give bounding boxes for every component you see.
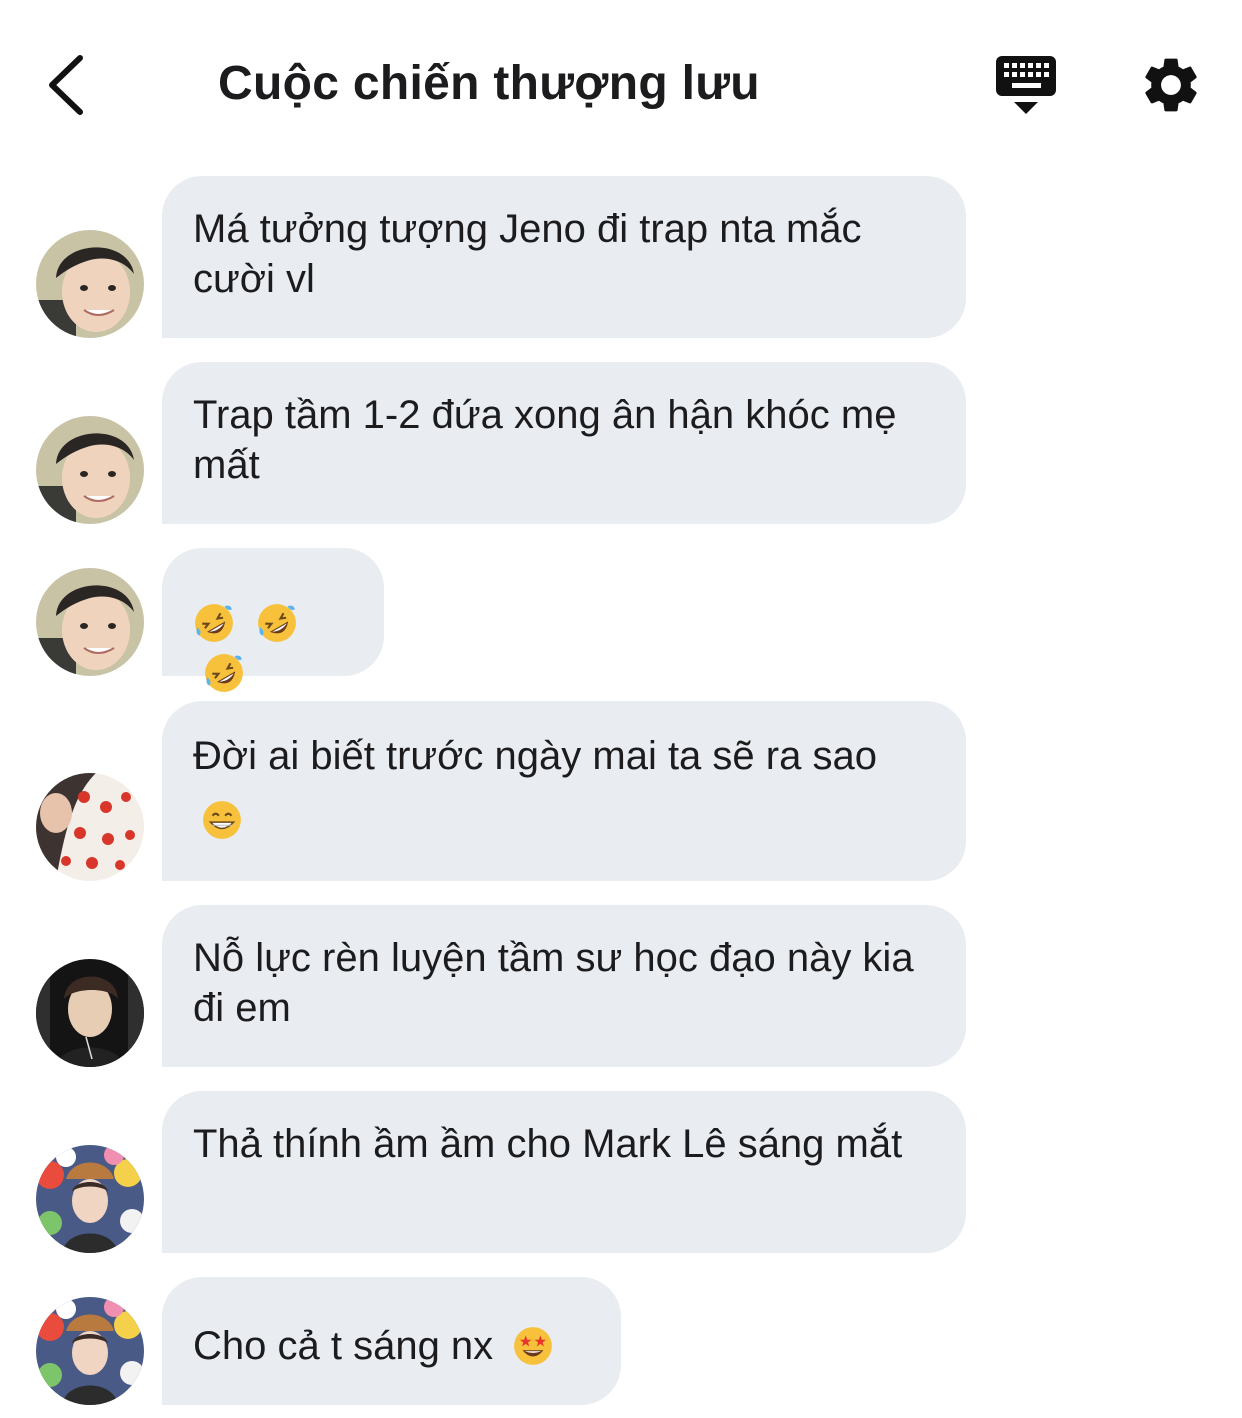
gear-icon (1145, 58, 1197, 112)
avatar[interactable] (36, 568, 144, 676)
keyboard-toggle-button[interactable] (994, 52, 1060, 118)
avatar[interactable] (36, 773, 144, 881)
message-bubble[interactable]: Cho cả t sáng nx (162, 1277, 621, 1405)
chat-title: Cuộc chiến thượng lưu (218, 57, 760, 110)
message-text: Đời ai biết trước ngày mai ta sẽ ra sao (193, 734, 877, 778)
message-bubble[interactable]: Trap tầm 1-2 đứa xong ân hận khóc mẹ mất (162, 362, 966, 524)
message-bubble[interactable] (162, 548, 384, 676)
message-text: Nỗ lực rèn luyện tầm sư học đạo này kia … (193, 936, 914, 1030)
message-text: Trap tầm 1-2 đứa xong ân hận khóc mẹ mất (193, 393, 897, 487)
message-bubble[interactable]: Má tưởng tượng Jeno đi trap nta mắc cười… (162, 176, 966, 338)
message-text: Cho cả t sáng nx (193, 1324, 494, 1368)
grinning-face-emoji (201, 799, 243, 841)
star-struck-emoji (512, 1325, 554, 1367)
avatar[interactable] (36, 959, 144, 1067)
keyboard-hide-icon (996, 56, 1056, 114)
message-bubble[interactable]: Nỗ lực rèn luyện tầm sư học đạo này kia … (162, 905, 966, 1067)
message-bubble[interactable]: Đời ai biết trước ngày mai ta sẽ ra sao (162, 701, 966, 881)
avatar[interactable] (36, 1297, 144, 1405)
avatar[interactable] (36, 1145, 144, 1253)
rolling-on-floor-laughing-emoji (203, 652, 245, 694)
message-text: Má tưởng tượng Jeno đi trap nta mắc cười… (193, 207, 862, 301)
settings-button[interactable] (1138, 52, 1204, 118)
chat-header: Cuộc chiến thượng lưu (0, 0, 1242, 160)
avatar[interactable] (36, 230, 144, 338)
message-text: Thả thính ầm ầm cho Mark Lê sáng mắt (193, 1122, 903, 1166)
back-button[interactable] (40, 50, 100, 120)
avatar[interactable] (36, 416, 144, 524)
rolling-on-floor-laughing-emoji (193, 602, 235, 644)
message-bubble[interactable]: Thả thính ầm ầm cho Mark Lê sáng mắt (162, 1091, 966, 1253)
rolling-on-floor-laughing-emoji (256, 602, 298, 644)
chevron-left-icon (49, 55, 83, 115)
